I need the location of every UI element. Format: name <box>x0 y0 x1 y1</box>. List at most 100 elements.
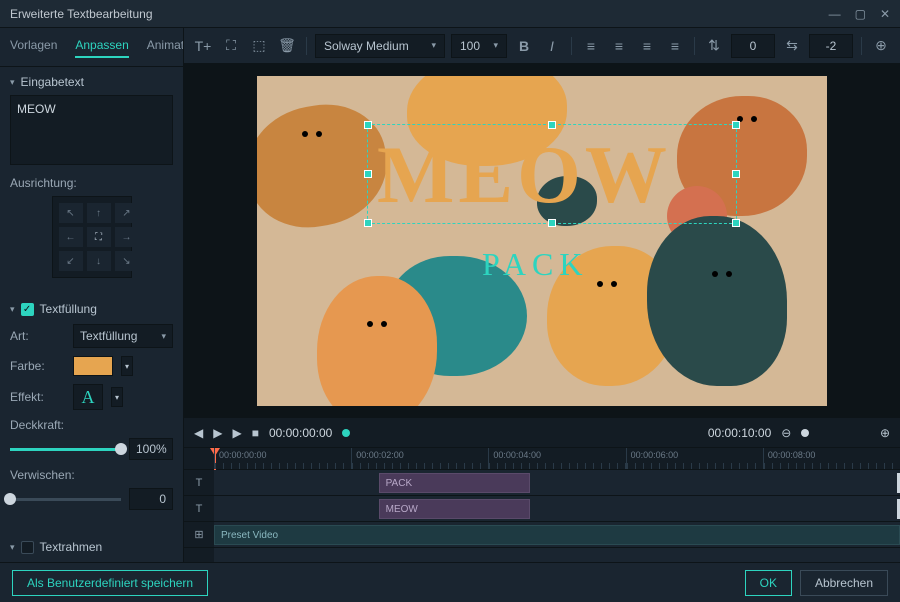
italic-button[interactable]: I <box>541 35 563 57</box>
zoom-indicator[interactable] <box>801 429 809 437</box>
crop-icon[interactable]: ⛶ <box>220 35 242 57</box>
line-height-icon[interactable]: ⇅ <box>703 35 725 57</box>
tab-customize[interactable]: Anpassen <box>75 38 128 58</box>
tab-animation[interactable]: Animation <box>147 38 184 58</box>
preview-canvas[interactable]: MEOW PACK <box>184 64 900 417</box>
zoom-in-button[interactable]: ⊕ <box>880 426 890 440</box>
timeline-track[interactable]: Preset Video <box>214 522 900 548</box>
timeline-track-labels: T T ⊞ <box>184 448 214 562</box>
play-button[interactable]: ▶ <box>213 426 222 440</box>
align-justify-icon[interactable]: ≡ <box>664 35 686 57</box>
align-bc[interactable]: ↓ <box>87 251 111 271</box>
window-title: Erweiterte Textbearbeitung <box>10 7 153 21</box>
fill-color-swatch[interactable] <box>73 356 113 376</box>
track-label-text1[interactable]: T <box>184 470 214 496</box>
text-frame-heading[interactable]: ▾ Textrahmen <box>10 540 173 554</box>
chevron-down-icon: ▾ <box>161 331 166 342</box>
align-left-icon[interactable]: ≡ <box>580 35 602 57</box>
transform-icon[interactable]: ⬚ <box>248 35 270 57</box>
blur-label: Verwischen: <box>10 468 173 482</box>
align-ml[interactable]: ← <box>59 227 83 247</box>
sidebar-tabs: Vorlagen Anpassen Animation <box>0 28 183 67</box>
timeline: T T ⊞ 00:00:00:00 00:00:02:00 00:00:04:0… <box>184 447 900 562</box>
align-right-icon[interactable]: ≡ <box>636 35 658 57</box>
add-text-icon[interactable]: T+ <box>192 35 214 57</box>
timeline-ruler[interactable]: 00:00:00:00 00:00:02:00 00:00:04:00 00:0… <box>214 448 900 470</box>
timeline-clip-meow[interactable]: MEOW <box>379 499 530 519</box>
input-text-field[interactable] <box>10 95 173 165</box>
preview-text-sub[interactable]: PACK <box>482 246 588 283</box>
minimize-icon[interactable]: — <box>829 7 841 21</box>
playback-marker <box>342 429 350 437</box>
alignment-label: Ausrichtung: <box>10 176 173 190</box>
artboard[interactable]: MEOW PACK <box>257 76 827 406</box>
letter-spacing-icon[interactable]: ⇆ <box>781 35 803 57</box>
chevron-down-icon: ▾ <box>431 40 436 51</box>
section-text-frame: ▾ Textrahmen Farbe: ▾ <box>0 532 183 562</box>
font-size-select[interactable]: 100 ▾ <box>451 34 507 58</box>
ruler-tick: 00:00:02:00 <box>351 448 488 469</box>
align-bl[interactable]: ↙ <box>59 251 83 271</box>
fill-type-select[interactable]: Textfüllung ▾ <box>73 324 173 348</box>
close-icon[interactable]: ✕ <box>880 7 890 21</box>
input-text-heading[interactable]: ▾ Eingabetext <box>10 75 173 89</box>
align-br[interactable]: ↘ <box>115 251 139 271</box>
play-forward-button[interactable]: ▶ <box>232 426 241 440</box>
timeline-track[interactable]: PACK <box>214 470 900 496</box>
opacity-label: Deckkraft: <box>10 418 173 432</box>
text-fill-checkbox[interactable]: ✓ <box>21 303 34 316</box>
settings-icon[interactable]: ⊕ <box>870 35 892 57</box>
fill-color-label: Farbe: <box>10 359 65 373</box>
ruler-spacer <box>184 448 214 470</box>
fill-color-dropdown[interactable]: ▾ <box>121 356 133 376</box>
blur-slider[interactable] <box>10 498 121 501</box>
font-select[interactable]: Solway Medium ▾ <box>315 34 445 58</box>
timeline-clip-video[interactable]: Preset Video <box>214 525 900 545</box>
ruler-tick: 00:00:06:00 <box>626 448 763 469</box>
prev-frame-button[interactable]: ◀ <box>194 426 203 440</box>
fill-effect-preview[interactable]: A <box>73 384 103 410</box>
window-controls: — ▢ ✕ <box>829 7 890 21</box>
chevron-down-icon: ▾ <box>10 542 15 553</box>
current-time: 00:00:00:00 <box>269 426 332 440</box>
opacity-slider[interactable] <box>10 448 121 451</box>
line-height-input[interactable]: 0 <box>731 34 775 58</box>
bold-button[interactable]: B <box>513 35 535 57</box>
text-toolbar: T+ ⛶ ⬚ 🗑 Solway Medium ▾ 100 ▾ B I ≡ ≡ ≡… <box>184 28 900 64</box>
alignment-grid: ↖ ↑ ↗ ← ⛶ → ↙ ↓ ↘ <box>52 196 132 278</box>
timeline-track[interactable]: MEOW <box>214 496 900 522</box>
delete-icon[interactable]: 🗑 <box>276 35 298 57</box>
titlebar: Erweiterte Textbearbeitung — ▢ ✕ <box>0 0 900 28</box>
save-custom-button[interactable]: Als Benutzerdefiniert speichern <box>12 570 208 596</box>
zoom-out-button[interactable]: ⊖ <box>781 426 791 440</box>
maximize-icon[interactable]: ▢ <box>855 7 866 21</box>
section-input-text: ▾ Eingabetext Ausrichtung: ↖ ↑ ↗ ← ⛶ → ↙… <box>0 67 183 286</box>
resize-handle[interactable] <box>364 219 372 227</box>
blur-value[interactable]: 0 <box>129 488 173 510</box>
text-frame-checkbox[interactable] <box>21 541 34 554</box>
preview-text-main[interactable]: MEOW <box>377 128 671 222</box>
track-label-text2[interactable]: T <box>184 496 214 522</box>
ruler-tick: 00:00:04:00 <box>488 448 625 469</box>
chevron-down-icon: ▾ <box>493 40 498 51</box>
align-tc[interactable]: ↑ <box>87 203 111 223</box>
timeline-clip-pack[interactable]: PACK <box>379 473 530 493</box>
align-mc[interactable]: ⛶ <box>87 227 111 247</box>
align-tl[interactable]: ↖ <box>59 203 83 223</box>
opacity-value[interactable]: 100% <box>129 438 173 460</box>
tab-templates[interactable]: Vorlagen <box>10 38 57 58</box>
align-center-icon[interactable]: ≡ <box>608 35 630 57</box>
sidebar: Vorlagen Anpassen Animation ▾ Eingabetex… <box>0 28 184 562</box>
align-tr[interactable]: ↗ <box>115 203 139 223</box>
stop-button[interactable]: ■ <box>252 426 259 440</box>
cancel-button[interactable]: Abbrechen <box>800 570 888 596</box>
input-text-label: Eingabetext <box>21 75 84 89</box>
fill-effect-dropdown[interactable]: ▾ <box>111 387 123 407</box>
text-fill-heading[interactable]: ▾ ✓ Textfüllung <box>10 302 173 316</box>
letter-spacing-input[interactable]: -2 <box>809 34 853 58</box>
align-mr[interactable]: → <box>115 227 139 247</box>
fill-effect-label: Effekt: <box>10 390 65 404</box>
ok-button[interactable]: OK <box>745 570 792 596</box>
track-label-video[interactable]: ⊞ <box>184 522 214 548</box>
timeline-tracks[interactable]: 00:00:00:00 00:00:02:00 00:00:04:00 00:0… <box>214 448 900 562</box>
